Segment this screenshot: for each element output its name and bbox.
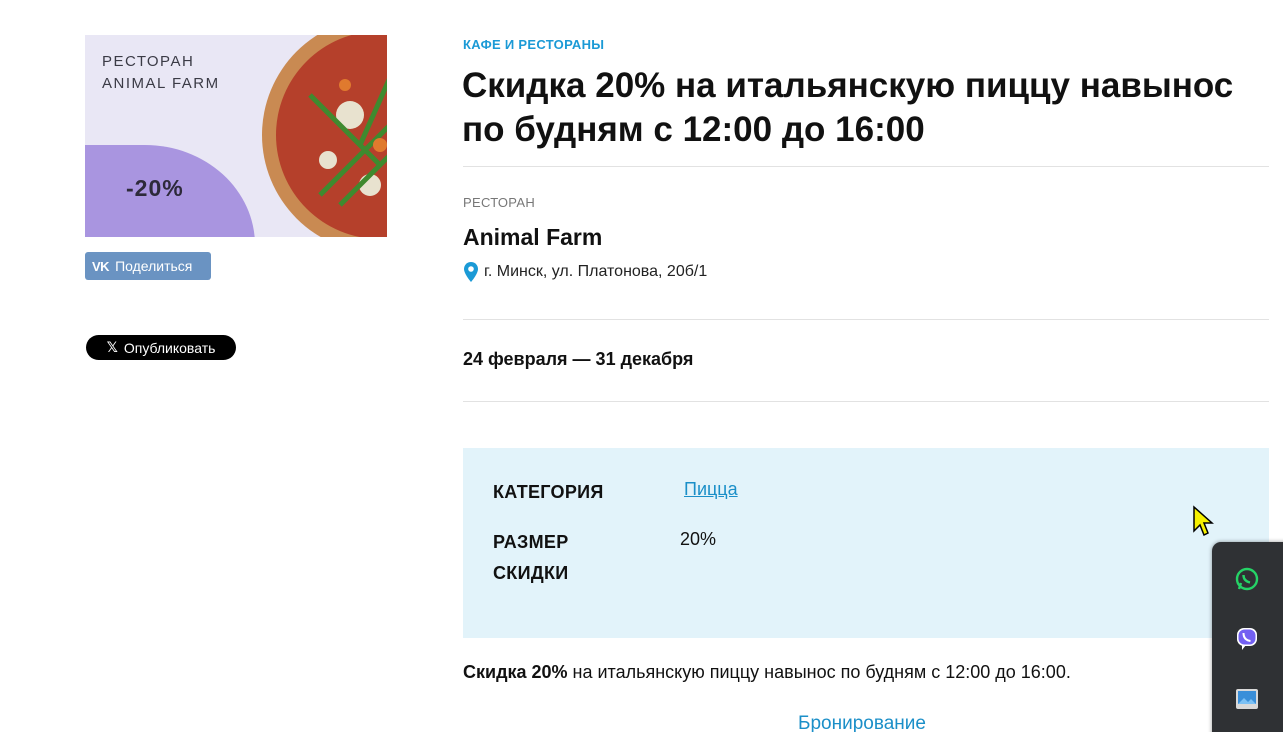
promo-image: РЕСТОРАН ANIMAL FARM -20% bbox=[85, 35, 387, 237]
x-share-button[interactable]: 𝕏 Опубликовать bbox=[86, 335, 236, 360]
pizza-illustration bbox=[262, 35, 387, 237]
x-icon: 𝕏 bbox=[106, 339, 118, 355]
vk-share-button[interactable]: VK Поделиться bbox=[85, 252, 211, 280]
image-icon[interactable] bbox=[1234, 686, 1260, 712]
x-share-label: Опубликовать bbox=[123, 339, 216, 356]
place-kicker: РЕСТОРАН bbox=[463, 195, 536, 210]
messenger-panel bbox=[1212, 542, 1283, 732]
discount-size-value: 20% bbox=[680, 529, 717, 549]
vk-share-label: Поделиться bbox=[115, 258, 193, 274]
divider bbox=[463, 401, 1269, 402]
info-box: КАТЕГОРИЯ Пицца РАЗМЕР СКИДКИ 20% bbox=[463, 448, 1269, 638]
whatsapp-icon[interactable] bbox=[1234, 566, 1260, 592]
category-kicker[interactable]: КАФЕ И РЕСТОРАНЫ bbox=[463, 37, 604, 52]
category-label: КАТЕГОРИЯ bbox=[493, 482, 604, 502]
page-title: Скидка 20% на итальянскую пиццу навынос … bbox=[462, 66, 1234, 149]
description-text: на итальянскую пиццу навынос по будням с… bbox=[567, 662, 1071, 682]
address-text: г. Минск, ул. Платонова, 20б/1 bbox=[484, 263, 708, 280]
divider bbox=[463, 319, 1269, 320]
description-bold: Скидка 20% bbox=[463, 662, 568, 682]
address: г. Минск, ул. Платонова, 20б/1 bbox=[464, 262, 707, 282]
mouse-cursor-icon bbox=[1193, 505, 1214, 537]
place-name[interactable]: Animal Farm bbox=[463, 224, 602, 251]
description: Скидка 20% на итальянскую пиццу навынос … bbox=[463, 662, 1071, 683]
discount-size-label: РАЗМЕР СКИДКИ bbox=[493, 532, 569, 583]
divider bbox=[463, 166, 1269, 167]
vk-icon: VK bbox=[92, 258, 110, 274]
promo-discount-label: -20% bbox=[126, 175, 184, 201]
viber-icon[interactable] bbox=[1234, 625, 1260, 651]
date-range: 24 февраля — 31 декабря bbox=[463, 349, 694, 369]
booking-link[interactable]: Бронирование bbox=[798, 713, 926, 732]
promo-restaurant-label: РЕСТОРАН ANIMAL FARM bbox=[102, 53, 220, 92]
category-link[interactable]: Пицца bbox=[684, 479, 738, 500]
location-pin-icon bbox=[464, 262, 478, 282]
